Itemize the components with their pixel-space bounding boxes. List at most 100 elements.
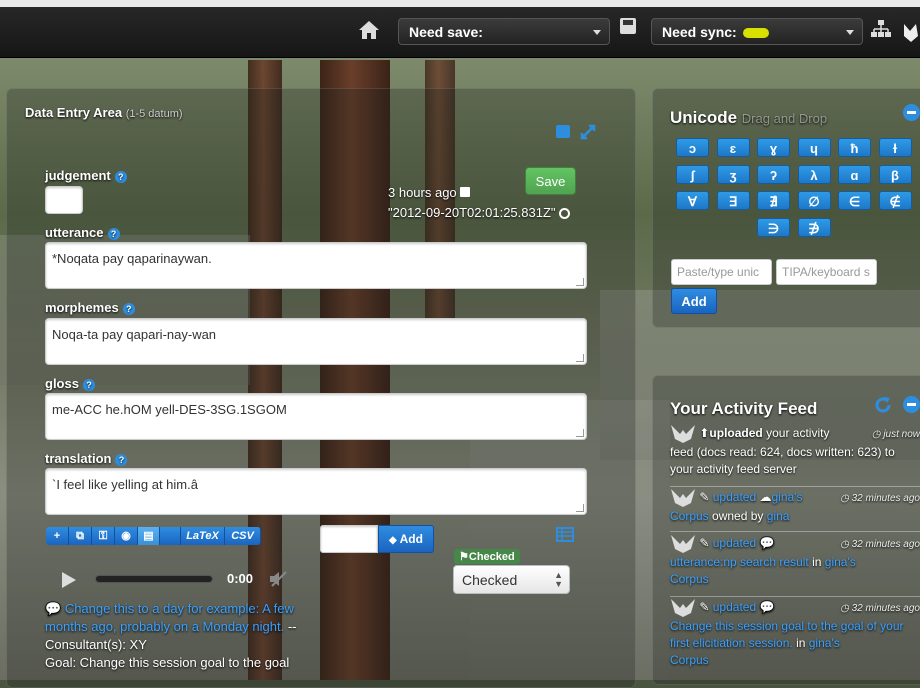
- unicode-key[interactable]: ʃ: [676, 164, 709, 184]
- feed-target-link[interactable]: Corpus: [670, 652, 920, 669]
- clipboard-icon[interactable]: ▤: [138, 527, 160, 545]
- feed-item: ⬆uploaded your activity ◷ just now feed …: [670, 424, 920, 478]
- collapse-icon[interactable]: [903, 396, 920, 413]
- morphemes-field[interactable]: Noqa-ta pay qapari-nay-wan: [45, 318, 587, 365]
- utterance-field[interactable]: *Noqata pay qaparinaywan.: [45, 242, 587, 289]
- feed-user-link[interactable]: gina: [767, 509, 790, 523]
- timestamp-iso: "2012-09-20T02:01:25.831Z": [388, 205, 571, 220]
- unicode-key[interactable]: ∄: [757, 191, 790, 210]
- upload-icon: ⬆: [699, 426, 710, 441]
- resize-grip[interactable]: [576, 354, 584, 362]
- need-sync-dropdown[interactable]: Need sync:: [651, 18, 863, 45]
- collapse-icon[interactable]: [903, 104, 920, 121]
- unicode-key[interactable]: ∋: [757, 217, 790, 237]
- csv-button[interactable]: CSV: [225, 527, 261, 545]
- feed-time-text: 32 minutes ago: [851, 493, 920, 504]
- need-save-dropdown[interactable]: Need save:: [398, 18, 610, 45]
- unicode-key[interactable]: ∌: [797, 217, 831, 237]
- feed-owner-link[interactable]: gina's: [771, 490, 802, 504]
- unicode-key[interactable]: ɣ: [757, 138, 790, 157]
- tag-input[interactable]: [320, 525, 378, 553]
- user-avatar-icon: [671, 535, 695, 553]
- divider: [670, 596, 920, 597]
- status-badge-text: Checked: [468, 551, 515, 563]
- table-icon[interactable]: [556, 527, 574, 542]
- unicode-key[interactable]: ɥ: [797, 138, 831, 157]
- need-save-label: Need save:: [409, 24, 483, 40]
- unicode-key[interactable]: ∅: [797, 191, 831, 210]
- expand-icon[interactable]: [580, 124, 596, 140]
- feed-action[interactable]: updated: [713, 490, 756, 504]
- unicode-key[interactable]: ɑ: [838, 164, 871, 184]
- chevron-down-icon: [846, 30, 854, 35]
- save-disk-icon[interactable]: [620, 18, 636, 34]
- mute-icon[interactable]: [269, 571, 287, 587]
- feed-action[interactable]: updated: [713, 536, 756, 550]
- unicode-key[interactable]: ʔ: [757, 164, 790, 184]
- refresh-icon[interactable]: [874, 396, 892, 414]
- tipa-input[interactable]: TIPA/keyboard s: [776, 259, 877, 285]
- plus-icon[interactable]: +: [46, 527, 69, 545]
- play-icon[interactable]: [61, 571, 77, 589]
- unicode-key[interactable]: ʒ: [716, 164, 750, 184]
- feed-action[interactable]: updated: [713, 600, 756, 614]
- save-disk-icon: [460, 187, 471, 197]
- feed-time: ◷ just now: [871, 429, 920, 440]
- resize-grip[interactable]: [576, 504, 584, 512]
- help-icon[interactable]: ?: [115, 453, 128, 466]
- home-icon[interactable]: [358, 20, 380, 40]
- unicode-key[interactable]: ∈: [838, 191, 871, 210]
- unicode-key[interactable]: ħ: [838, 138, 871, 157]
- save-button[interactable]: Save: [525, 167, 576, 195]
- feed-target-link[interactable]: utterance:np search result: [670, 555, 809, 569]
- feed-owner-link[interactable]: gina's: [825, 555, 856, 569]
- comment-link[interactable]: Change this to a day for example: A few …: [45, 601, 294, 634]
- comment-icon: 💬: [45, 601, 62, 616]
- help-icon[interactable]: ?: [114, 170, 127, 183]
- unicode-key[interactable]: ɫ: [878, 138, 912, 157]
- book-icon[interactable]: [556, 125, 570, 138]
- unicode-key[interactable]: β: [878, 164, 912, 184]
- judgement-label-text: judgement: [45, 168, 111, 183]
- paste-unicode-input[interactable]: Paste/type unic: [671, 259, 772, 285]
- latex-button[interactable]: LaTeX: [181, 527, 225, 545]
- timestamp-iso-text: "2012-09-20T02:01:25.831Z": [388, 205, 556, 220]
- gloss-label-text: gloss: [45, 376, 79, 391]
- unicode-key[interactable]: ∃: [716, 191, 750, 210]
- translation-field[interactable]: `I feel like yelling at him.â: [45, 468, 587, 515]
- feed-time-text: just now: [883, 429, 920, 440]
- utterance-label: utterance?: [45, 225, 120, 240]
- unicode-key[interactable]: ɔ: [676, 138, 709, 157]
- eye-icon[interactable]: ◉: [115, 527, 138, 545]
- tag-icon: ◆: [389, 535, 397, 546]
- feed-target-link[interactable]: Corpus: [670, 571, 920, 588]
- help-icon[interactable]: ?: [82, 378, 95, 391]
- status-select[interactable]: Checked ▲ ▼: [453, 565, 570, 594]
- resize-grip[interactable]: [576, 278, 584, 286]
- feed-target-link[interactable]: Corpus: [670, 509, 709, 523]
- unlock-icon[interactable]: ⚿: [92, 527, 115, 545]
- add-unicode-button[interactable]: Add: [671, 288, 717, 314]
- sitemap-icon[interactable]: [871, 20, 891, 38]
- pencil-icon: ✎: [699, 600, 710, 615]
- judgement-input[interactable]: [45, 186, 83, 214]
- copy-icon[interactable]: ⧉: [69, 527, 92, 545]
- translation-label-text: translation: [45, 451, 112, 466]
- gloss-field[interactable]: me-ACC he.hOM yell-DES-3SG.1SGOM: [45, 393, 587, 440]
- unicode-key[interactable]: ɛ: [716, 138, 750, 157]
- judgement-label: judgement?: [45, 168, 127, 183]
- user-avatar-icon[interactable]: [902, 22, 920, 44]
- feed-item: ✎ updated 💬 ◷ 32 minutes ago utterance:n…: [670, 534, 920, 588]
- audio-progress-bar[interactable]: [95, 575, 213, 583]
- status-badge: ⚑Checked: [454, 549, 520, 564]
- help-icon[interactable]: ?: [107, 227, 120, 240]
- resize-grip[interactable]: [576, 429, 584, 437]
- feed-owner-link[interactable]: gina's: [809, 636, 840, 650]
- unicode-key[interactable]: ∉: [878, 191, 912, 210]
- add-tag-button[interactable]: ◆ Add: [378, 525, 434, 553]
- unicode-key[interactable]: ∀: [676, 191, 709, 210]
- help-icon[interactable]: ?: [122, 302, 135, 315]
- add-tag-label: Add: [399, 532, 423, 546]
- feed-target-link[interactable]: Change this session goal to the goal of …: [670, 619, 903, 650]
- unicode-key[interactable]: λ: [797, 164, 831, 184]
